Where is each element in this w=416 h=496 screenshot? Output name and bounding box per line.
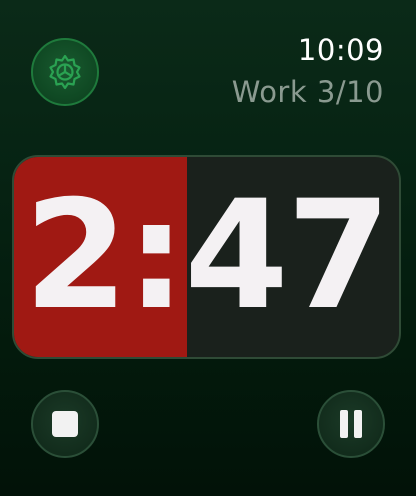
timer-countdown: 2:47 xyxy=(23,169,391,343)
settings-button[interactable] xyxy=(31,38,99,106)
pause-button[interactable] xyxy=(317,390,385,458)
pause-icon xyxy=(340,410,362,438)
pause-bar-left xyxy=(340,410,348,438)
pause-bar-right xyxy=(354,410,362,438)
stop-icon xyxy=(52,411,78,437)
current-time: 10:09 xyxy=(297,33,384,67)
session-label: Work 3/10 xyxy=(231,75,384,109)
stop-button[interactable] xyxy=(31,390,99,458)
gear-icon xyxy=(45,52,85,92)
timer-display: 2:47 xyxy=(12,155,401,359)
